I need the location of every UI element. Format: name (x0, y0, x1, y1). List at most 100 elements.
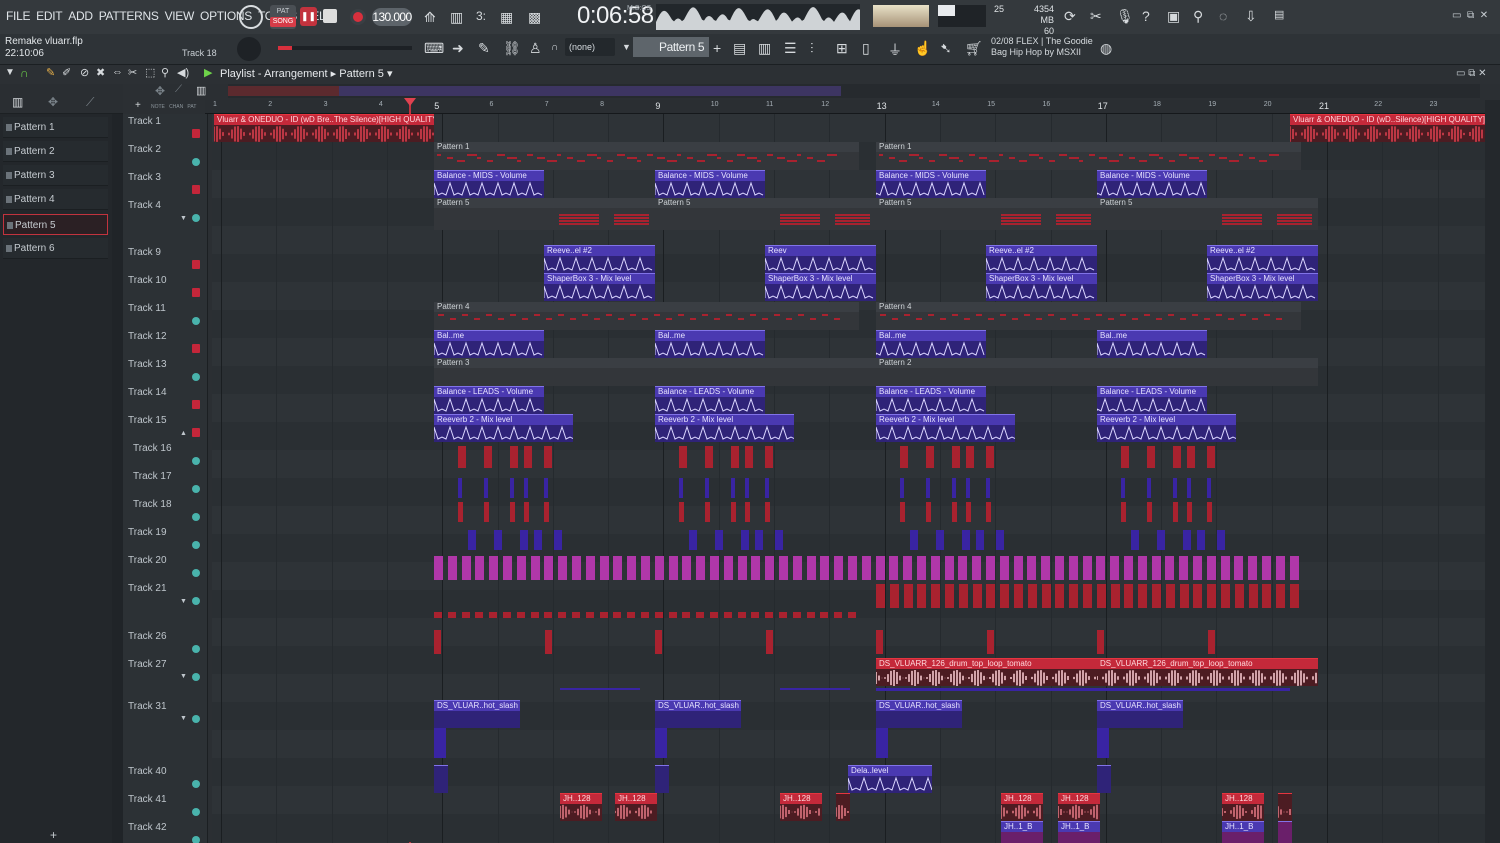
piano-roll-icon[interactable]: ⌨ (424, 40, 444, 57)
arrow-icon[interactable]: ➜ (452, 40, 464, 57)
audio-clip[interactable]: DS_VLUARR_126_drum_top_loop_tomato (876, 658, 1097, 686)
pattern-clip[interactable]: Pattern 3 (434, 358, 876, 386)
plugin-icon[interactable]: ⚲ (1193, 8, 1203, 25)
automation-clip[interactable]: Reeverb 2 - Mix level (876, 414, 1015, 442)
note-label[interactable]: NOTE (151, 104, 165, 110)
track-lock-icon[interactable] (192, 129, 200, 138)
menu-file[interactable]: FILE (6, 9, 30, 23)
pattern-clip[interactable]: Pattern 5 (876, 198, 1097, 230)
touch-icon[interactable]: ☝ (914, 40, 931, 57)
mute-tool-icon[interactable]: ✖ (96, 66, 105, 79)
add-pattern-icon[interactable]: + (713, 40, 721, 56)
countdown-icon[interactable]: 3: (476, 9, 486, 23)
language-flag-icon[interactable]: ▤ (1274, 8, 1284, 21)
track-mute-button[interactable] (192, 158, 200, 166)
automation-clip[interactable] (1097, 765, 1111, 793)
pattern-item[interactable]: Pattern 4 (3, 189, 108, 210)
track-name[interactable]: Track 3 (128, 171, 161, 185)
playlist-breadcrumb[interactable]: Pattern 5 (339, 68, 384, 80)
audio-clip[interactable]: Vluarr & ONEDUO - ID (wD Bre..The Silenc… (214, 114, 434, 142)
track-name[interactable]: Track 19 (128, 526, 167, 540)
automation-clip[interactable]: ShaperBox 3 - Mix level (544, 273, 655, 301)
undo-history-icon[interactable]: ⟳ (1064, 8, 1076, 25)
automation-clip[interactable]: Bal..me (655, 330, 765, 358)
track-name[interactable]: Track 2 (128, 143, 161, 157)
audio-clip[interactable]: JH..1_B (1222, 821, 1264, 843)
link-icon[interactable]: ⛓ (503, 40, 521, 57)
automation-clip[interactable]: ShaperBox 3 - Mix level (1207, 273, 1318, 301)
automation-clip[interactable]: Reeve..el #2 (1207, 245, 1318, 273)
pattern-clip[interactable]: Pattern 4 (876, 302, 1301, 330)
automation-clip[interactable]: Balance - MIDS - Volume (876, 170, 986, 198)
automation-clip[interactable]: Bal..me (434, 330, 544, 358)
timeline-ruler[interactable]: 1 2 3 4 5 6 7 8 9 10 11 12 13 14 15 16 17 18 19 20 21 22 23 (205, 100, 1485, 114)
track-name[interactable]: Track 15 (128, 414, 167, 428)
pattern-clip[interactable]: Pattern 5 (655, 198, 876, 230)
audio-clip[interactable]: JH..128 (1058, 793, 1100, 821)
track-mute-button[interactable] (192, 485, 200, 493)
track-name[interactable]: Track 9 (128, 246, 161, 260)
audio-clip[interactable]: JH..128 (615, 793, 657, 821)
loop-record-icon[interactable]: ▩ (528, 9, 541, 26)
menu-add[interactable]: ADD (68, 9, 93, 23)
help-icon[interactable]: ? (1142, 8, 1150, 24)
draw-tool-icon[interactable]: ✎ (46, 66, 55, 79)
track-name[interactable]: Track 4 (128, 199, 161, 213)
track-mute-button[interactable] (192, 808, 200, 816)
automation-clip[interactable]: Balance - LEADS - Volume (1097, 386, 1207, 414)
track-lock-icon[interactable] (192, 400, 200, 409)
track-lock-icon[interactable] (192, 428, 200, 437)
track-collapse-icon[interactable]: ▼ (180, 215, 187, 222)
save-icon[interactable]: ▣ (1167, 8, 1180, 25)
play-button[interactable]: ❚❚ (300, 7, 317, 26)
pattern-clip[interactable]: Pattern 4 (434, 302, 859, 330)
wait-input-icon[interactable]: ▥ (450, 9, 463, 26)
overview-scroll-window[interactable] (339, 86, 841, 96)
piano-keys-icon[interactable]: ▥ (12, 95, 23, 109)
mixer-icon[interactable]: ☰ (784, 40, 797, 57)
track-name[interactable]: Track 41 (128, 793, 167, 807)
track-mute-button[interactable] (192, 569, 200, 577)
chan-label[interactable]: CHAN (169, 104, 183, 110)
audio-clip[interactable]: JH..128 (1001, 793, 1043, 821)
pattern-item[interactable]: Pattern 1 (3, 117, 108, 138)
curve-icon[interactable]: ⟋ (86, 95, 94, 110)
audio-clip[interactable]: DS_VLUARR_126_drum_top_loop_tomato (1097, 658, 1318, 686)
slip-tool-icon[interactable]: ⇔ (112, 66, 123, 78)
master-volume-slider[interactable] (278, 46, 412, 50)
chat-icon[interactable]: ◌ (1219, 8, 1227, 24)
track-mute-button[interactable] (192, 645, 200, 653)
menu-edit[interactable]: EDIT (36, 9, 62, 23)
track-name[interactable]: Track 18 (133, 498, 172, 512)
track-name[interactable]: Track 31 (128, 700, 167, 714)
channel-rack-icon[interactable]: ▥ (758, 40, 771, 57)
pencil-icon[interactable]: ✎ (478, 40, 490, 57)
playlist-window-controls[interactable]: ▭ ⧉ ✕ (1456, 68, 1487, 79)
microphone-icon[interactable]: 🎙︎ (1116, 8, 1134, 25)
browser-icon[interactable]: ▯ (862, 40, 870, 57)
slide-icon[interactable]: ⟋ (175, 84, 182, 95)
faders-icon[interactable]: ⫶ (810, 40, 814, 57)
playlist-icon[interactable]: ▤ (733, 40, 746, 57)
automation-clip[interactable]: Bal..me (876, 330, 986, 358)
pattern-clip[interactable]: Pattern 1 (876, 142, 1301, 170)
track-mute-button[interactable] (192, 715, 200, 723)
track-name[interactable]: Track 20 (128, 554, 167, 568)
track-mute-button[interactable] (192, 673, 200, 681)
automation-clip[interactable]: Reeve..el #2 (544, 245, 655, 273)
crosshair-icon[interactable]: ✥ (48, 95, 58, 109)
audio-clip[interactable]: DS_VLUAR..hot_slash (655, 700, 741, 728)
track-mute-button[interactable] (192, 373, 200, 381)
track-mute-button[interactable] (192, 457, 200, 465)
track-lock-icon[interactable] (192, 260, 200, 269)
plugin-picker-icon[interactable]: ⊞ (836, 40, 848, 57)
metronome-icon[interactable]: ⟰ (424, 9, 436, 26)
magnet-icon[interactable]: ∩ (551, 42, 558, 53)
keys-icon[interactable]: ▥ (196, 84, 206, 97)
track-lock-icon[interactable] (192, 185, 200, 194)
automation-clip[interactable]: Balance - MIDS - Volume (655, 170, 765, 198)
track-name[interactable]: Track 13 (128, 358, 167, 372)
plug-icon[interactable]: ⏚ (888, 40, 902, 60)
pat-label[interactable]: PAT (187, 104, 196, 110)
automation-clip[interactable]: Balance - MIDS - Volume (1097, 170, 1207, 198)
